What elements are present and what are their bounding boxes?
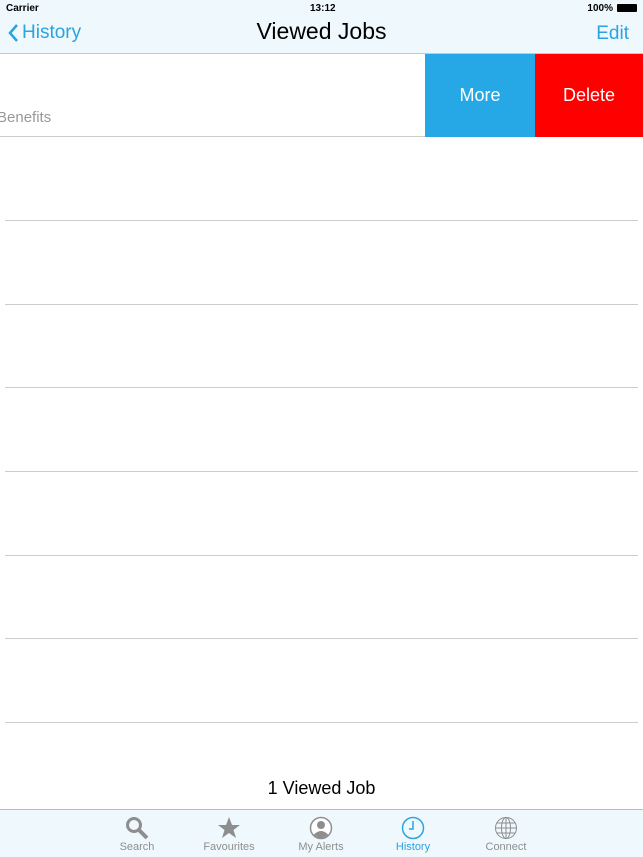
clock-icon xyxy=(401,816,425,840)
divider xyxy=(5,555,638,556)
time-label: 13:12 xyxy=(310,3,336,14)
tab-label: Search xyxy=(119,841,155,853)
divider xyxy=(5,220,638,221)
search-icon xyxy=(126,817,149,840)
tab-search[interactable]: Search xyxy=(92,816,182,853)
tab-label: Connect xyxy=(485,841,527,853)
battery-icon xyxy=(617,4,637,12)
tab-connect[interactable]: Connect xyxy=(461,816,551,853)
tab-my-alerts[interactable]: My Alerts xyxy=(276,816,366,853)
list-item-subtitle: Benefits xyxy=(0,109,52,126)
divider xyxy=(5,304,638,305)
page-title: Viewed Jobs xyxy=(256,18,387,44)
navigation-bar: Carrier 13:12 100% History Viewed Jobs E… xyxy=(0,0,643,54)
tab-label: History xyxy=(395,841,431,853)
edit-button[interactable]: Edit xyxy=(596,23,629,45)
more-button[interactable]: More xyxy=(425,54,535,137)
tab-favourites[interactable]: Favourites xyxy=(184,816,274,853)
divider xyxy=(5,471,638,472)
battery-label: 100% xyxy=(587,3,613,14)
divider xyxy=(5,722,638,723)
star-icon xyxy=(218,817,240,838)
divider xyxy=(5,638,638,639)
tab-label: Favourites xyxy=(203,841,255,853)
tab-label: My Alerts xyxy=(298,841,344,853)
user-circle-icon xyxy=(309,816,333,840)
tab-bar: Search Favourites My Alerts History Conn… xyxy=(0,809,643,857)
divider xyxy=(5,387,638,388)
viewed-count: 1 Viewed Job xyxy=(267,778,376,798)
list-item[interactable]: Benefits More Delete xyxy=(0,54,643,137)
delete-button[interactable]: Delete xyxy=(535,54,643,137)
tab-history[interactable]: History xyxy=(368,816,458,853)
globe-icon xyxy=(495,817,517,839)
carrier-label: Carrier xyxy=(6,3,39,14)
